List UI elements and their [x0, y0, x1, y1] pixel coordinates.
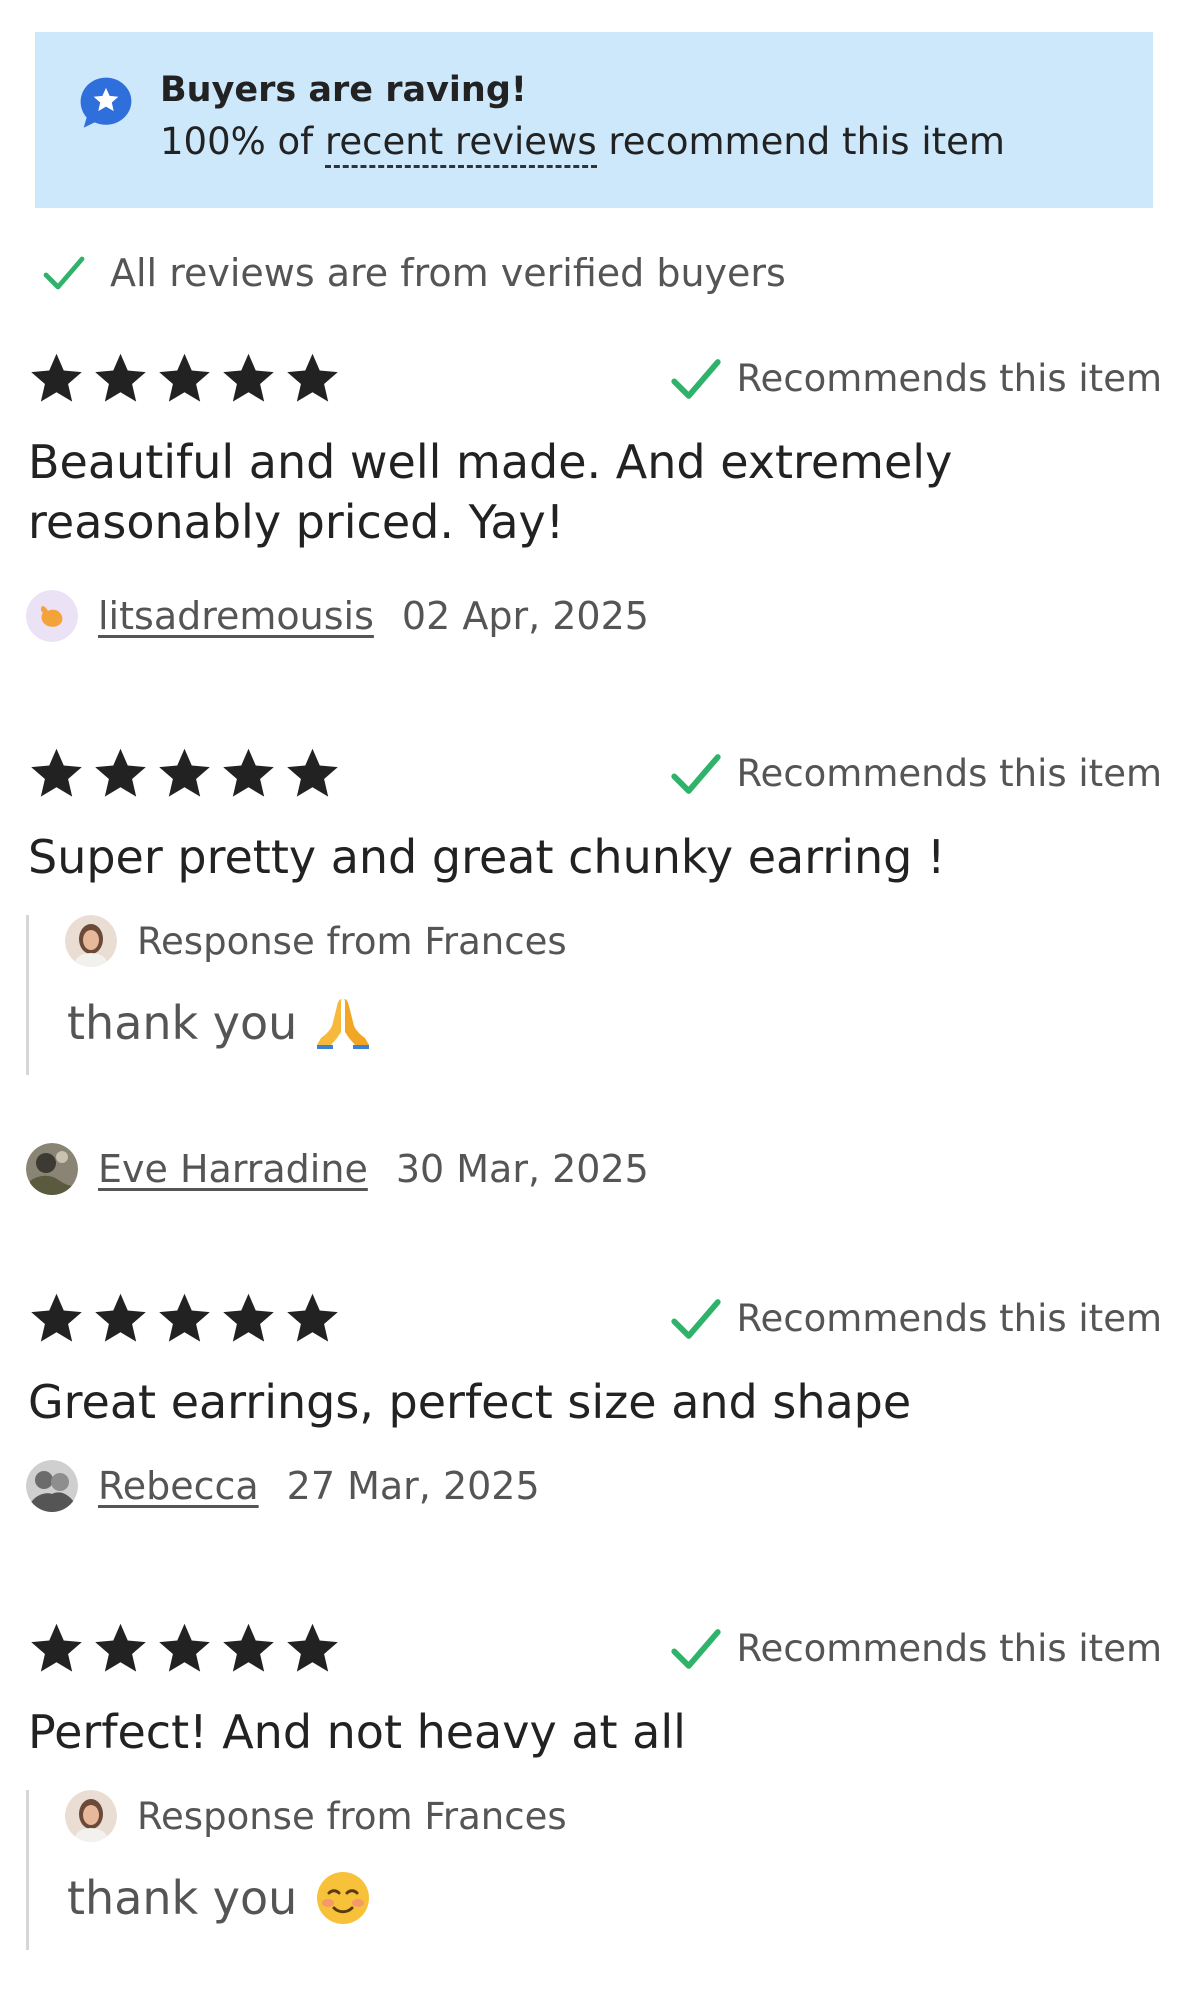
- star-icon: [284, 350, 341, 407]
- star-icon: [156, 745, 213, 802]
- review-text: Perfect! And not heavy at all: [28, 1705, 686, 1759]
- recommends-badge: Recommends this item: [667, 1290, 1162, 1347]
- avatar[interactable]: [26, 590, 78, 642]
- review-text: Super pretty and great chunky earring !: [28, 830, 946, 884]
- star-icon: [156, 350, 213, 407]
- response-header: Response from Frances: [65, 1790, 567, 1842]
- seller-photo-icon: [65, 915, 117, 967]
- recommends-badge: Recommends this item: [667, 350, 1162, 407]
- review-date: 27 Mar, 2025: [286, 1464, 540, 1508]
- avatar[interactable]: [26, 1143, 78, 1195]
- seller-avatar: [65, 915, 117, 967]
- star-icon: [284, 745, 341, 802]
- recommends-text: Recommends this item: [736, 752, 1162, 795]
- recommends-text: Recommends this item: [736, 357, 1162, 400]
- verified-buyers-text: All reviews are from verified buyers: [110, 251, 786, 295]
- star-icon: [92, 745, 149, 802]
- avatar-photo-icon: [26, 1460, 78, 1512]
- response-text-row: thank you: [67, 1870, 371, 1926]
- review-byline: Rebecca 27 Mar, 2025: [26, 1458, 540, 1514]
- star-icon: [28, 1290, 85, 1347]
- review-byline: litsadremousis 02 Apr, 2025: [26, 588, 649, 644]
- seller-response: Response from Frances thank you: [26, 1790, 1126, 1950]
- verified-buyers-note: All reviews are from verified buyers: [40, 248, 786, 298]
- recent-reviews-link[interactable]: recent reviews: [324, 120, 597, 168]
- review-byline: Eve Harradine 30 Mar, 2025: [26, 1141, 649, 1197]
- recommends-text: Recommends this item: [736, 1627, 1162, 1670]
- check-icon: [40, 249, 88, 297]
- response-text: thank you: [67, 1871, 298, 1925]
- review-text: Great earrings, perfect size and shape: [28, 1375, 912, 1429]
- check-icon: [667, 1290, 725, 1348]
- response-label: Response from Frances: [137, 1794, 567, 1838]
- folded-hands-emoji-icon: [317, 999, 370, 1049]
- star-icon: [156, 1290, 213, 1347]
- banner-title: Buyers are raving!: [160, 70, 527, 110]
- star-icon: [284, 1620, 341, 1677]
- star-icon: [28, 1620, 85, 1677]
- star-icon: [28, 745, 85, 802]
- star-icon: [92, 350, 149, 407]
- star-icon: [220, 350, 277, 407]
- review-item: Recommends this item Super pretty and gr…: [0, 745, 1190, 1205]
- star-icon: [220, 745, 277, 802]
- avatar[interactable]: [26, 1460, 78, 1512]
- smiling-face-emoji-icon: [317, 1872, 370, 1924]
- star-chat-icon: [80, 77, 132, 128]
- star-rating: [28, 350, 341, 407]
- star-icon: [92, 1620, 149, 1677]
- star-icon: [156, 1620, 213, 1677]
- star-icon: [92, 1290, 149, 1347]
- reviewer-name-link[interactable]: litsadremousis: [98, 594, 374, 638]
- buyers-raving-banner: Buyers are raving! 100% of recent review…: [35, 32, 1153, 208]
- recommends-badge: Recommends this item: [667, 745, 1162, 802]
- check-icon: [667, 745, 725, 803]
- reviewer-name-link[interactable]: Rebecca: [98, 1464, 259, 1508]
- recommends-badge: Recommends this item: [667, 1620, 1162, 1677]
- banner-text: 100% of recent reviews recommend this it…: [160, 120, 1005, 168]
- star-icon: [220, 1290, 277, 1347]
- banner-text-prefix: 100% of: [160, 120, 325, 163]
- star-icon: [220, 1620, 277, 1677]
- check-icon: [667, 350, 725, 408]
- response-header: Response from Frances: [65, 915, 567, 967]
- review-date: 02 Apr, 2025: [401, 594, 649, 638]
- recommends-text: Recommends this item: [736, 1297, 1162, 1340]
- check-icon: [667, 1620, 725, 1678]
- star-rating: [28, 1290, 341, 1347]
- review-item: Recommends this item Beautiful and well …: [0, 350, 1190, 650]
- seller-response: Response from Frances thank you: [26, 915, 1126, 1075]
- response-text: thank you: [67, 996, 298, 1050]
- review-item: Recommends this item Great earrings, per…: [0, 1290, 1190, 1530]
- star-rating: [28, 1620, 341, 1677]
- response-label: Response from Frances: [137, 919, 567, 963]
- star-rating: [28, 745, 341, 802]
- review-item: Recommends this item Perfect! And not he…: [0, 1620, 1190, 1990]
- avatar-photo-icon: [26, 1143, 78, 1195]
- review-date: 30 Mar, 2025: [395, 1147, 649, 1191]
- review-text: Beautiful and well made. And extremely r…: [28, 435, 953, 549]
- seller-photo-icon: [65, 1790, 117, 1842]
- reviewer-name-link[interactable]: Eve Harradine: [98, 1147, 368, 1191]
- avatar-bird-icon: [26, 590, 78, 642]
- star-icon: [28, 350, 85, 407]
- banner-text-suffix: recommend this item: [596, 120, 1005, 163]
- seller-avatar: [65, 1790, 117, 1842]
- star-icon: [284, 1290, 341, 1347]
- response-text-row: thank you: [67, 995, 371, 1051]
